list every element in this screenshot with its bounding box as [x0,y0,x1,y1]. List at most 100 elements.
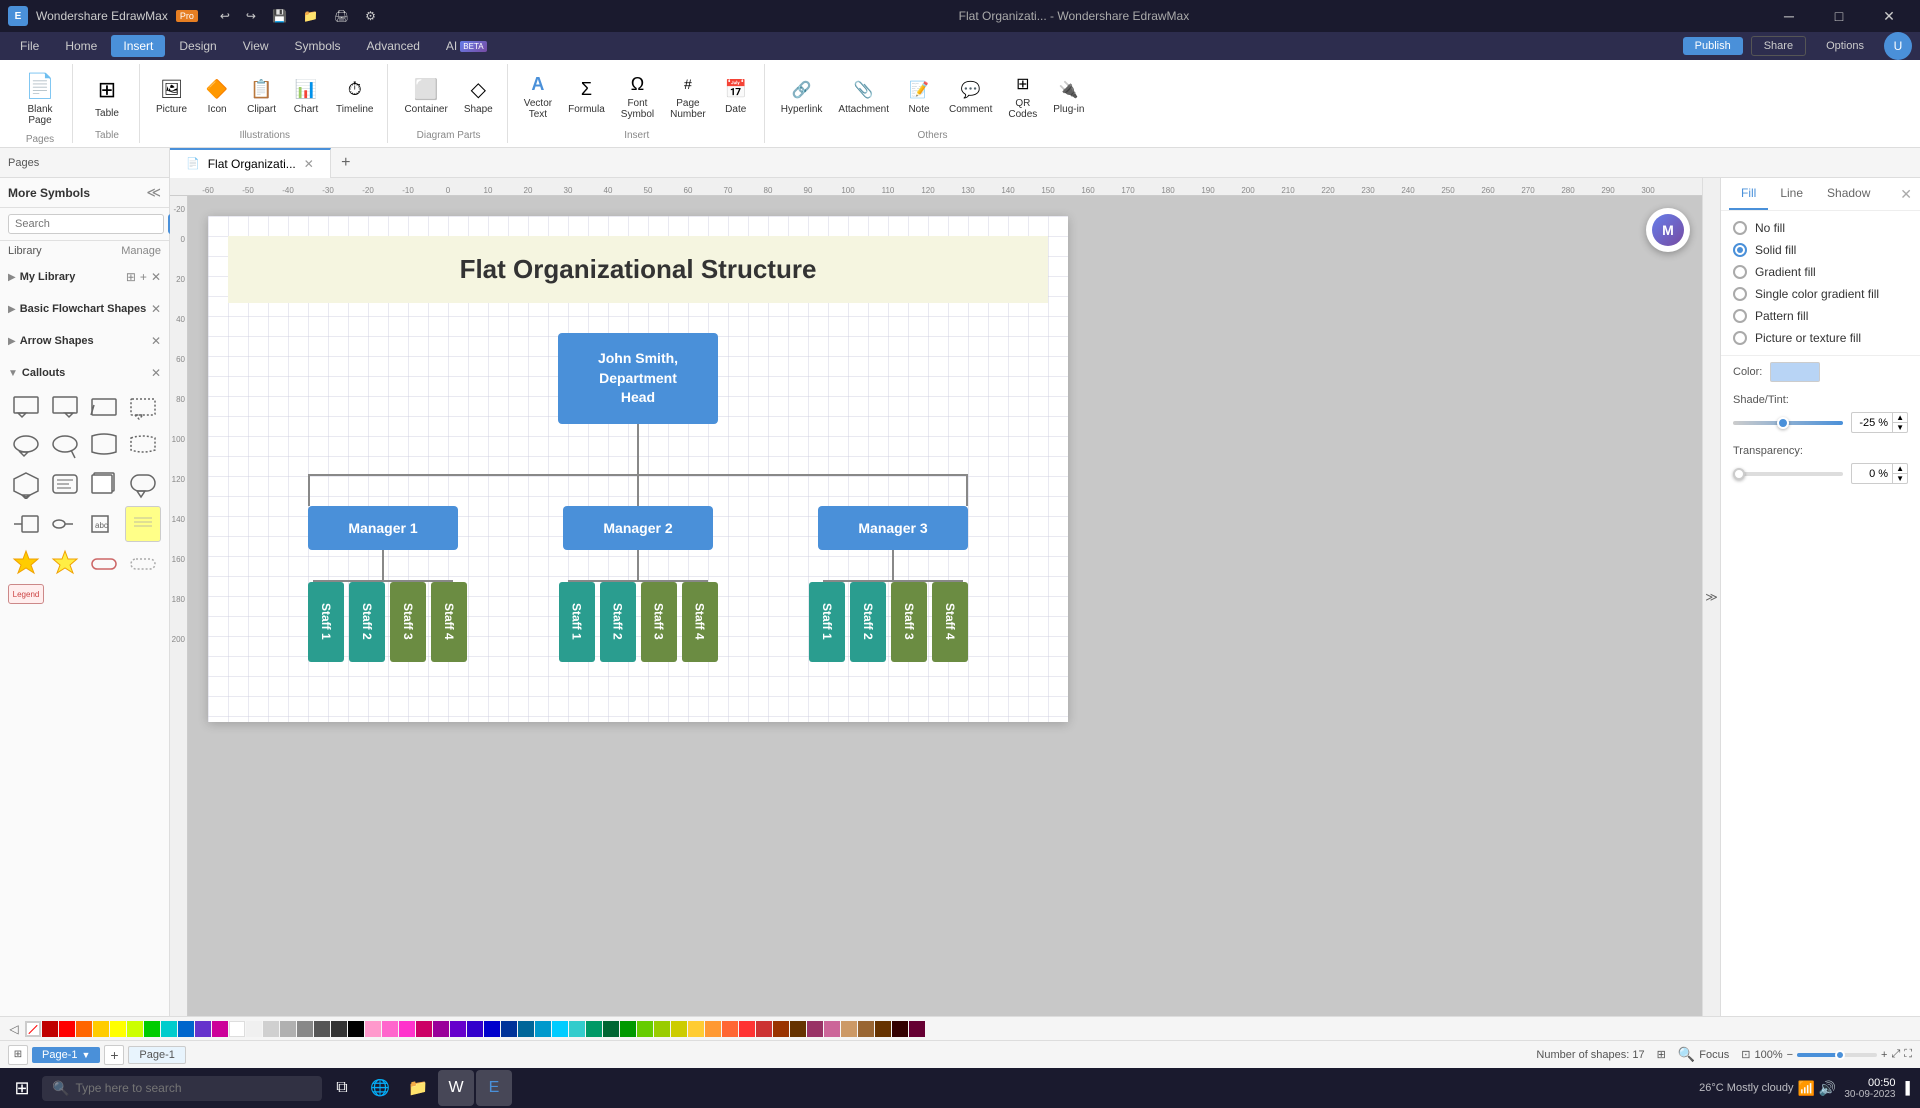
staff-1-3[interactable]: Staff 3 [390,582,426,662]
fill-option-solid[interactable]: Solid fill [1721,239,1920,261]
shape-item[interactable] [125,467,161,503]
close-library-icon[interactable]: ✕ [151,270,161,284]
shape-item[interactable] [86,428,122,464]
menu-ai[interactable]: AI BETA [434,35,499,57]
fill-option-gradient[interactable]: Gradient fill [1721,261,1920,283]
ribbon-timeline[interactable]: ⏱ Timeline [330,74,379,119]
ribbon-font-symbol[interactable]: Ω FontSymbol [615,68,660,124]
shape-item[interactable] [8,428,44,464]
menu-advanced[interactable]: Advanced [355,35,432,57]
palette-color[interactable] [348,1021,364,1037]
fill-panel-close[interactable]: ✕ [1900,186,1912,203]
shape-item[interactable] [86,389,122,425]
palette-color[interactable] [76,1021,92,1037]
menu-insert[interactable]: Insert [111,35,165,57]
staff-2-4[interactable]: Staff 4 [682,582,718,662]
close-btn[interactable]: ✕ [1866,0,1912,32]
ai-assist-btn[interactable]: M [1646,208,1690,252]
shape-item[interactable] [47,428,83,464]
palette-color[interactable] [756,1021,772,1037]
ribbon-table[interactable]: ⊞ Table [83,70,131,123]
callouts-header[interactable]: ▼ Callouts ✕ [8,361,161,385]
palette-color[interactable] [518,1021,534,1037]
staff-2-3[interactable]: Staff 3 [641,582,677,662]
publish-button[interactable]: Publish [1683,37,1743,55]
page-tab-2[interactable]: Page-1 [128,1046,185,1064]
tab-flat-org[interactable]: 📄 Flat Organizati... ✕ [170,148,331,178]
palette-color[interactable] [416,1021,432,1037]
staff-3-3[interactable]: Staff 3 [891,582,927,662]
ribbon-hyperlink[interactable]: 🔗 Hyperlink [775,74,829,119]
palette-color[interactable] [433,1021,449,1037]
shape-item[interactable] [8,467,44,503]
shape-item[interactable] [8,545,44,581]
close-arrow-icon[interactable]: ✕ [151,334,161,348]
tab-close-icon[interactable]: ✕ [304,157,314,171]
menu-file[interactable]: File [8,35,51,57]
shape-item[interactable] [86,467,122,503]
shape-item[interactable] [125,545,161,581]
palette-color[interactable] [620,1021,636,1037]
palette-color[interactable] [688,1021,704,1037]
palette-color[interactable] [365,1021,381,1037]
my-library-header[interactable]: ▶ My Library ⊞ + ✕ [8,265,161,289]
ribbon-blank-page[interactable]: 📄 BlankPage [16,66,64,130]
palette-color[interactable] [654,1021,670,1037]
palette-color[interactable] [586,1021,602,1037]
palette-color[interactable] [484,1021,500,1037]
options-button[interactable]: Options [1814,37,1876,55]
maximize-btn[interactable]: □ [1816,0,1862,32]
palette-color[interactable] [314,1021,330,1037]
redo-btn[interactable]: ↪ [240,7,262,25]
palette-color[interactable] [552,1021,568,1037]
palette-color[interactable] [161,1021,177,1037]
full-screen-btn[interactable]: ⛶ [1904,1048,1912,1061]
palette-color[interactable] [450,1021,466,1037]
menu-home[interactable]: Home [53,35,109,57]
palette-color[interactable] [569,1021,585,1037]
palette-color[interactable] [399,1021,415,1037]
focus-mode[interactable]: 🔍 Focus [1678,1046,1729,1063]
fill-option-single-gradient[interactable]: Single color gradient fill [1721,283,1920,305]
page-tab[interactable]: Page-1 ▼ [32,1047,100,1063]
staff-3-4[interactable]: Staff 4 [932,582,968,662]
palette-color[interactable] [229,1021,245,1037]
palette-color[interactable] [841,1021,857,1037]
tray-volume-icon[interactable]: 🔊 [1819,1080,1836,1097]
taskbar-task-view[interactable]: ⧉ [324,1070,360,1106]
ribbon-attachment[interactable]: 📎 Attachment [832,74,895,119]
palette-color[interactable] [195,1021,211,1037]
zoom-fit-icon[interactable]: ⊡ [1741,1048,1750,1061]
layer-icon[interactable]: ⊞ [1657,1048,1666,1061]
ribbon-formula[interactable]: Σ Formula [562,74,611,119]
shade-up[interactable]: ▲ [1893,413,1907,423]
shape-item[interactable] [125,389,161,425]
palette-color[interactable] [858,1021,874,1037]
manage-link[interactable]: Manage [121,245,161,257]
staff-1-1[interactable]: Staff 1 [308,582,344,662]
save-btn[interactable]: 💾 [266,7,293,25]
ribbon-date[interactable]: 📅 Date [716,74,756,119]
shade-slider[interactable] [1733,421,1843,425]
zoom-out-btn[interactable]: − [1787,1049,1793,1061]
panel-collapse-icon[interactable]: ≪ [146,184,161,201]
staff-1-2[interactable]: Staff 2 [349,582,385,662]
shape-item[interactable] [47,506,83,542]
ribbon-picture[interactable]: 🖼 Picture [150,74,193,119]
palette-color[interactable] [42,1021,58,1037]
palette-color[interactable] [892,1021,908,1037]
add-page-btn[interactable]: + [104,1045,124,1065]
ribbon-plugin[interactable]: 🔌 Plug-in [1047,74,1090,119]
no-fill-color[interactable] [25,1021,41,1037]
staff-3-1[interactable]: Staff 1 [809,582,845,662]
manager-box-1[interactable]: Manager 1 [308,506,458,550]
color-picker[interactable] [1770,362,1820,382]
shape-item[interactable] [47,389,83,425]
taskbar-edge[interactable]: 🌐 [362,1070,398,1106]
settings-btn[interactable]: ⚙ [359,7,382,25]
shape-item[interactable] [125,428,161,464]
ribbon-vector-text[interactable]: A VectorText [518,68,558,124]
fill-option-picture[interactable]: Picture or texture fill [1721,327,1920,349]
shape-item[interactable] [8,389,44,425]
search-input[interactable] [8,214,164,234]
